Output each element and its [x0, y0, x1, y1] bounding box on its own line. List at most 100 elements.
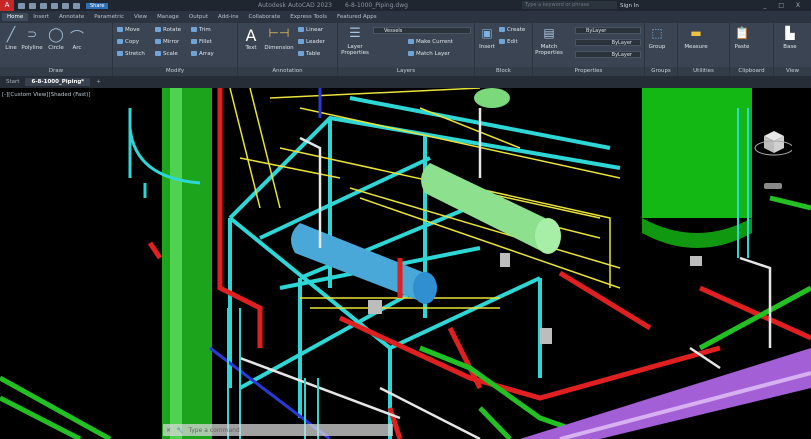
- measure-button[interactable]: ▬ Measure: [682, 26, 710, 50]
- properties-panel-label[interactable]: Properties: [533, 67, 644, 76]
- leader-button[interactable]: Leader: [298, 39, 325, 45]
- mirror-button[interactable]: Mirror: [155, 39, 179, 45]
- linear-button[interactable]: Linear: [298, 27, 323, 33]
- annotation-panel-label[interactable]: Annotation: [238, 67, 337, 76]
- layer-dropdown[interactable]: Vessels: [373, 27, 471, 34]
- scale-button[interactable]: Scale: [155, 51, 178, 57]
- close-icon[interactable]: ✕: [166, 427, 171, 434]
- stretch-button[interactable]: Stretch: [117, 51, 145, 57]
- modify-panel: Move Copy Stretch Rotate Mirror Scale Tr…: [113, 23, 238, 76]
- match-layer-button[interactable]: Match Layer: [408, 51, 450, 57]
- command-input[interactable]: Type a command: [189, 427, 240, 434]
- fillet-button[interactable]: Fillet: [191, 39, 212, 45]
- modify-panel-label[interactable]: Modify: [113, 67, 237, 76]
- tab-express-tools[interactable]: Express Tools: [285, 13, 332, 21]
- tab-featured-apps[interactable]: Featured Apps: [332, 13, 382, 21]
- file-title: 6-8-1000_Piping.dwg: [345, 2, 408, 9]
- groups-panel-label[interactable]: Groups: [645, 67, 677, 76]
- tab-add-ins[interactable]: Add-ins: [213, 13, 244, 21]
- green-column-left: [162, 88, 212, 439]
- properties-panel: ▤ Match Properties ByLayer ByLayer ByLaye…: [533, 23, 645, 76]
- table-button[interactable]: Table: [298, 51, 320, 57]
- utilities-panel: ▬ Measure Utilities: [678, 23, 730, 76]
- layer-stack-icon: ☰: [349, 26, 361, 41]
- file-tab-piping[interactable]: 6-8-1000_Piping*: [25, 78, 91, 86]
- color-dropdown[interactable]: ByLayer: [575, 27, 641, 34]
- dimension-icon: ⊢⊣: [268, 26, 290, 40]
- rotate-button[interactable]: Rotate: [155, 27, 181, 33]
- dimension-tool[interactable]: ⊢⊣ Dimension: [262, 26, 296, 51]
- tab-insert[interactable]: Insert: [28, 13, 54, 21]
- polyline-tool[interactable]: ⊃ Polyline: [20, 27, 44, 51]
- circle-icon: ◯: [48, 27, 64, 43]
- copy-button[interactable]: Copy: [117, 39, 139, 45]
- paste-icon: 📋: [734, 26, 750, 40]
- undo-icon[interactable]: [73, 2, 80, 9]
- group-icon: ⬚: [651, 26, 663, 40]
- match-properties-button[interactable]: ▤ Match Properties: [534, 26, 564, 56]
- tab-annotate[interactable]: Annotate: [54, 13, 89, 21]
- insert-button[interactable]: ▣ Insert: [477, 26, 497, 50]
- file-tabs: Start 6-8-1000_Piping* +: [0, 76, 811, 88]
- save-as-icon[interactable]: [51, 2, 58, 9]
- paste-button[interactable]: 📋 Paste: [732, 26, 752, 50]
- layers-panel: ☰ Layer Properties Vessels Make Current M…: [338, 23, 475, 76]
- text-tool[interactable]: A Text: [242, 26, 260, 51]
- circle-tool[interactable]: ◯ Circle: [46, 27, 66, 51]
- customize-icon[interactable]: 🔧: [176, 427, 183, 434]
- make-current-button[interactable]: Make Current: [408, 39, 453, 45]
- sign-in-button[interactable]: Sign In: [620, 3, 639, 9]
- ribbon: ╱ Line ⊃ Polyline ◯ Circle ⌒ Arc Draw Move C…: [0, 23, 811, 76]
- tab-output[interactable]: Output: [184, 13, 213, 21]
- search-input[interactable]: Type a keyword or phrase: [522, 1, 617, 9]
- wcs-menu[interactable]: [764, 183, 782, 189]
- open-icon[interactable]: [29, 2, 36, 9]
- groups-panel: ⬚ Group Groups: [645, 23, 678, 76]
- autocad-logo[interactable]: A: [0, 0, 14, 11]
- tab-collaborate[interactable]: Collaborate: [244, 13, 286, 21]
- insert-icon: ▣: [481, 26, 493, 40]
- vessel-horizontal-blue: [291, 223, 437, 304]
- layer-properties-button[interactable]: ☰ Layer Properties: [340, 26, 370, 56]
- tab-view[interactable]: View: [129, 13, 152, 21]
- tab-home[interactable]: Home: [2, 13, 29, 21]
- measure-icon: ▬: [690, 26, 702, 40]
- base-button[interactable]: ▙ Base: [780, 26, 800, 50]
- share-button[interactable]: Share: [86, 2, 109, 9]
- base-icon: ▙: [785, 26, 795, 40]
- new-tab-button[interactable]: +: [90, 78, 107, 86]
- edit-block-button[interactable]: Edit: [499, 39, 518, 45]
- viewcube[interactable]: [752, 128, 794, 204]
- array-button[interactable]: Array: [191, 51, 214, 57]
- window-controls[interactable]: _ □ X: [763, 2, 805, 9]
- view-panel-label[interactable]: View: [774, 67, 811, 76]
- match-properties-icon: ▤: [543, 26, 555, 40]
- utilities-panel-label[interactable]: Utilities: [678, 67, 729, 76]
- arc-tool[interactable]: ⌒ Arc: [68, 27, 86, 51]
- layers-panel-label[interactable]: Layers: [338, 67, 474, 76]
- trim-button[interactable]: Trim: [191, 27, 211, 33]
- new-icon[interactable]: [18, 2, 25, 9]
- app-title: Autodesk AutoCAD 2023: [258, 2, 332, 9]
- linetype-dropdown[interactable]: ByLayer: [575, 39, 641, 46]
- ribbon-tabs: Home Insert Annotate Parametric View Man…: [0, 11, 811, 23]
- command-line[interactable]: ✕ 🔧 Type a command: [163, 424, 393, 436]
- draw-panel-label[interactable]: Draw: [0, 67, 112, 76]
- create-block-button[interactable]: Create: [499, 27, 525, 33]
- save-icon[interactable]: [40, 2, 47, 9]
- clipboard-panel-label[interactable]: Clipboard: [730, 67, 773, 76]
- arc-icon: ⌒: [70, 30, 84, 46]
- lineweight-dropdown[interactable]: ByLayer: [575, 51, 641, 58]
- line-tool[interactable]: ╱ Line: [2, 27, 20, 51]
- group-button[interactable]: ⬚ Group: [647, 26, 667, 50]
- file-tab-start[interactable]: Start: [0, 78, 25, 86]
- move-button[interactable]: Move: [117, 27, 140, 33]
- tab-parametric[interactable]: Parametric: [89, 13, 129, 21]
- block-panel-label[interactable]: Block: [475, 67, 532, 76]
- polyline-icon: ⊃: [26, 27, 38, 41]
- title-bar: A Share Autodesk AutoCAD 2023 6-8-1000_P…: [0, 0, 811, 11]
- tab-manage[interactable]: Manage: [152, 13, 184, 21]
- drawing-viewport[interactable]: [0, 88, 811, 439]
- plot-icon[interactable]: [62, 2, 69, 9]
- viewport-controls[interactable]: [-][Custom View][Shaded (Fast)]: [2, 92, 91, 98]
